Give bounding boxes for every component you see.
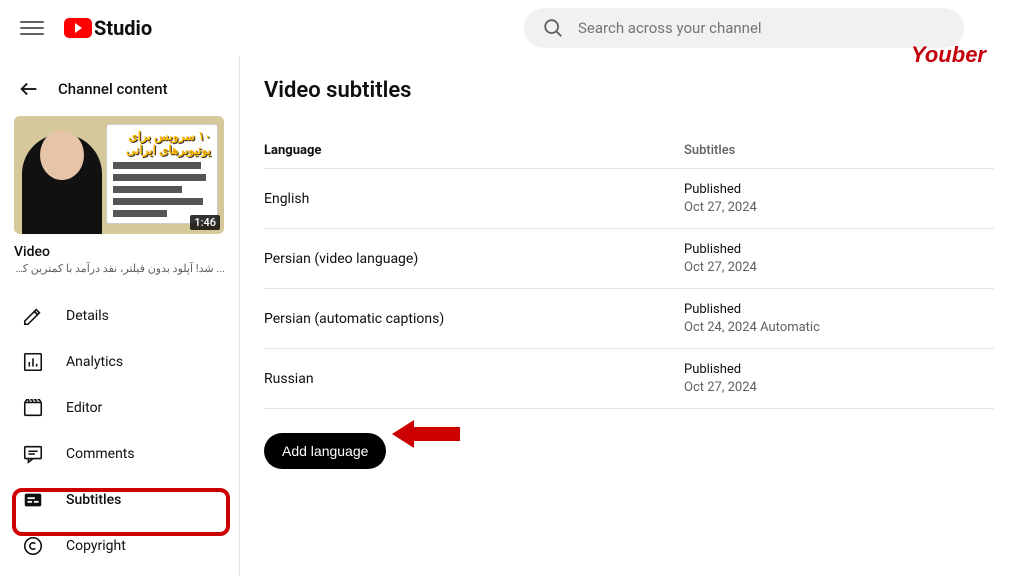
column-language: Language bbox=[264, 143, 684, 158]
search-placeholder: Search across your channel bbox=[578, 19, 762, 37]
sidebar-item-label: Comments bbox=[66, 446, 135, 462]
search-icon bbox=[542, 17, 564, 39]
back-row[interactable]: Channel content bbox=[0, 70, 239, 116]
youber-watermark: Youber bbox=[911, 42, 986, 68]
search-input[interactable]: Search across your channel bbox=[524, 8, 964, 48]
menu-icon[interactable] bbox=[20, 16, 44, 40]
editor-icon bbox=[22, 397, 44, 419]
cell-language: English bbox=[264, 191, 684, 207]
page-title: Video subtitles bbox=[264, 78, 994, 103]
table-row[interactable]: Persian (automatic captions)PublishedOct… bbox=[264, 289, 994, 349]
sidebar: Channel content ۱۰ سرویس برای یوتیوبرهای… bbox=[0, 56, 240, 576]
sidebar-item-label: Analytics bbox=[66, 354, 123, 370]
studio-logo[interactable]: Studio bbox=[64, 16, 152, 40]
pencil-icon bbox=[22, 305, 44, 327]
analytics-icon bbox=[22, 351, 44, 373]
back-label: Channel content bbox=[58, 80, 168, 98]
sidebar-item-comments[interactable]: Comments bbox=[0, 431, 239, 477]
youtube-icon bbox=[64, 18, 92, 38]
table-row[interactable]: Persian (video language)PublishedOct 27,… bbox=[264, 229, 994, 289]
main-content: Video subtitles Language Subtitles Engli… bbox=[240, 56, 1024, 576]
cell-subtitles: PublishedOct 27, 2024 bbox=[684, 182, 757, 215]
sidebar-item-details[interactable]: Details bbox=[0, 293, 239, 339]
sidebar-item-subtitles[interactable]: Subtitles bbox=[0, 477, 239, 523]
cell-subtitles: PublishedOct 27, 2024 bbox=[684, 242, 757, 275]
cell-language: Persian (automatic captions) bbox=[264, 311, 684, 327]
sidebar-item-analytics[interactable]: Analytics bbox=[0, 339, 239, 385]
cell-language: Russian bbox=[264, 371, 684, 387]
cell-language: Persian (video language) bbox=[264, 251, 684, 267]
video-thumbnail[interactable]: ۱۰ سرویس برای یوتیوبرهای ایرانی 1:46 bbox=[14, 116, 224, 234]
table-row[interactable]: EnglishPublishedOct 27, 2024 bbox=[264, 169, 994, 229]
table-header: Language Subtitles bbox=[264, 133, 994, 169]
sidebar-item-label: Editor bbox=[66, 400, 102, 416]
subtitles-icon bbox=[22, 489, 44, 511]
cell-subtitles: PublishedOct 24, 2024 Automatic bbox=[684, 302, 820, 335]
arrow-left-icon bbox=[18, 78, 40, 100]
cell-subtitles: PublishedOct 27, 2024 bbox=[684, 362, 757, 395]
sidebar-item-label: Copyright bbox=[66, 538, 126, 554]
header: Studio Search across your channel bbox=[0, 0, 1024, 56]
table-row[interactable]: RussianPublishedOct 27, 2024 bbox=[264, 349, 994, 409]
logo-text: Studio bbox=[94, 16, 152, 40]
sidebar-item-label: Details bbox=[66, 308, 109, 324]
sidebar-item-label: Subtitles bbox=[66, 492, 121, 508]
add-language-button[interactable]: Add language bbox=[264, 433, 386, 469]
sidebar-item-editor[interactable]: Editor bbox=[0, 385, 239, 431]
comments-icon bbox=[22, 443, 44, 465]
column-subtitles: Subtitles bbox=[684, 143, 735, 158]
duration-badge: 1:46 bbox=[190, 215, 220, 230]
subtitles-table: Language Subtitles EnglishPublishedOct 2… bbox=[264, 133, 994, 409]
video-description: ... شد! آپلود بدون فیلتر، نقد درآمد با ک… bbox=[0, 262, 239, 287]
video-label: Video bbox=[0, 234, 239, 262]
copyright-icon bbox=[22, 535, 44, 557]
sidebar-item-copyright[interactable]: Copyright bbox=[0, 523, 239, 569]
